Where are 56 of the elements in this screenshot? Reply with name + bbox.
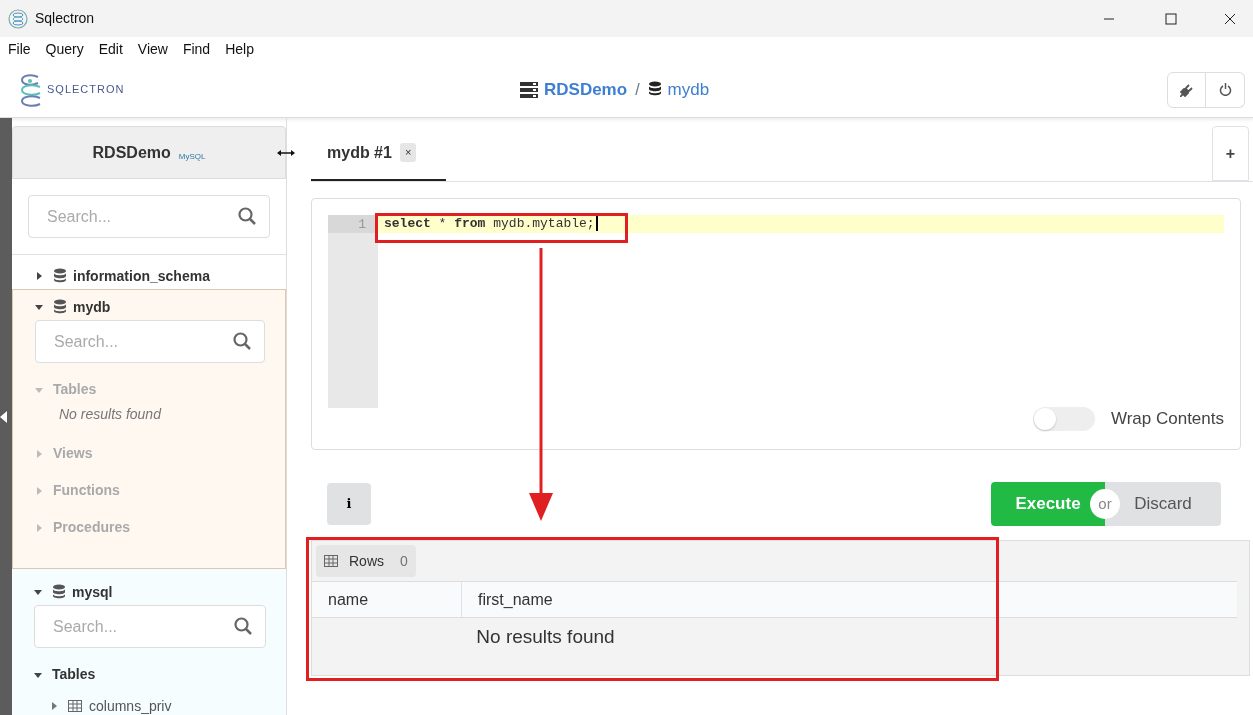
search-icon: [238, 207, 256, 225]
menu-item[interactable]: Query: [45, 39, 84, 60]
menu-item[interactable]: View: [137, 39, 168, 60]
search-field[interactable]: Search...: [28, 195, 270, 238]
caret-icon[interactable]: [35, 303, 43, 311]
toggle-label: Wrap Contents: [1110, 408, 1224, 430]
tree-item[interactable]: mysql: [34, 579, 266, 605]
power-button[interactable]: [1206, 71, 1245, 108]
menu-item[interactable]: Find: [182, 39, 211, 60]
maximize-icon[interactable]: [1165, 12, 1177, 25]
menu-item[interactable]: Edit: [98, 39, 123, 60]
caret-icon[interactable]: [34, 670, 42, 679]
search-field[interactable]: Search...: [35, 320, 265, 363]
toggle-switch[interactable]: [1032, 406, 1095, 431]
table-icon: [68, 700, 82, 712]
line-number: 1: [328, 215, 378, 233]
close-icon[interactable]: [1224, 12, 1236, 25]
tree-item[interactable]: columns_priv: [34, 693, 266, 715]
database-icon: [53, 299, 67, 315]
empty-message: No results found: [475, 625, 616, 649]
caret-icon[interactable]: [35, 272, 43, 280]
power-icon: [1218, 83, 1232, 96]
tree-item[interactable]: Tables: [34, 656, 266, 693]
server-name: RDSDemo: [92, 142, 171, 163]
app-icon: [8, 8, 28, 29]
plug-icon: [1179, 82, 1194, 97]
search-icon: [234, 617, 252, 635]
empty-message: No results found: [58, 405, 163, 424]
search-field[interactable]: Search...: [34, 605, 266, 648]
server-icon: [520, 80, 538, 99]
tree-item[interactable]: mydb: [35, 294, 265, 320]
logo-text: SQLECTRON: [47, 82, 125, 98]
breadcrumb-link[interactable]: RDSDemo: [544, 76, 628, 103]
search-icon: [233, 332, 251, 350]
tab[interactable]: mydb #1 ×: [311, 126, 446, 181]
info-button[interactable]: i: [327, 483, 371, 525]
table-icon: [324, 555, 338, 567]
resize-icon[interactable]: [277, 149, 295, 157]
column-header[interactable]: first_name: [462, 582, 569, 617]
column-header[interactable]: name: [312, 582, 462, 617]
rows-tab[interactable]: Rows 0: [316, 545, 416, 577]
database-icon: [53, 268, 67, 284]
window-title: Sqlectron: [35, 9, 95, 28]
caret-icon[interactable]: [34, 588, 42, 596]
database-icon: [52, 584, 66, 600]
tree-item[interactable]: information_schema: [35, 263, 266, 289]
breadcrumb-link[interactable]: mydb: [667, 76, 710, 103]
mysql-logo: MySQL: [178, 150, 206, 163]
menu-item[interactable]: File: [8, 39, 31, 60]
plug-button[interactable]: [1167, 71, 1206, 108]
new-tab-button[interactable]: +: [1212, 126, 1249, 181]
menu-item[interactable]: Help: [225, 39, 254, 60]
breadcrumb-separator: /: [635, 79, 640, 100]
close-tab-button[interactable]: ×: [399, 143, 417, 162]
caret-icon[interactable]: [50, 702, 58, 710]
collapse-handle-icon[interactable]: [0, 410, 7, 423]
